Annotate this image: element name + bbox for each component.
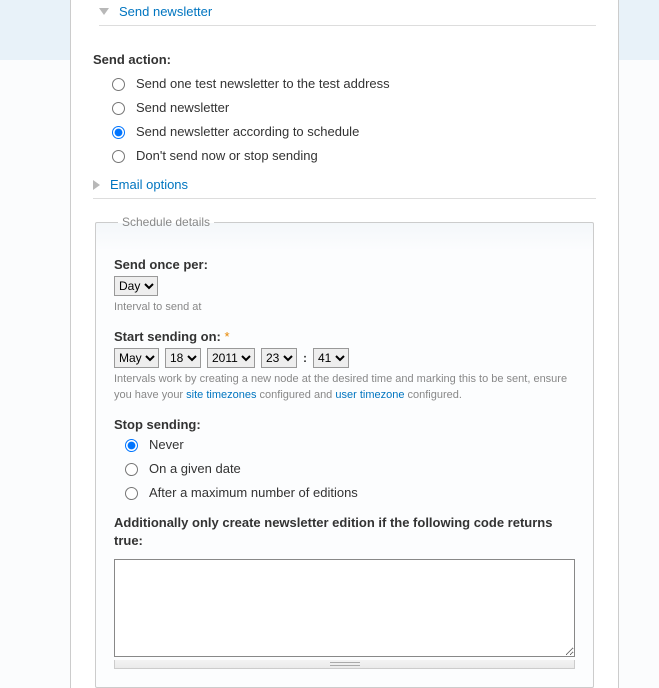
start-sending-label: Start sending on: *: [114, 329, 575, 344]
radio-dont-send-label: Don't send now or stop sending: [136, 148, 318, 163]
radio-send-newsletter-label: Send newsletter: [136, 100, 229, 115]
start-month-select[interactable]: May: [114, 348, 159, 368]
radio-dont-send[interactable]: [112, 150, 125, 163]
radio-stop-never-label: Never: [149, 437, 184, 452]
site-timezones-link[interactable]: site timezones: [186, 389, 256, 401]
condition-label: Additionally only create newsletter edit…: [114, 514, 575, 550]
send-once-select[interactable]: Day: [114, 276, 158, 296]
radio-stop-date[interactable]: [125, 463, 138, 476]
send-action-group: Send one test newsletter to the test add…: [93, 75, 596, 163]
start-minute-select[interactable]: 41: [313, 348, 349, 368]
start-hour-select[interactable]: 23: [261, 348, 297, 368]
textarea-resize-handle[interactable]: [114, 660, 575, 669]
toggle-email-options-link[interactable]: Email options: [110, 177, 188, 192]
radio-send-schedule-label: Send newsletter according to schedule: [136, 124, 359, 139]
stop-sending-label: Stop sending:: [114, 417, 575, 432]
toggle-email-options[interactable]: Email options: [93, 173, 596, 199]
send-action-label: Send action:: [93, 52, 596, 67]
radio-test-newsletter[interactable]: [112, 78, 125, 91]
schedule-fieldset: Schedule details Send once per: Day Inte…: [95, 215, 594, 688]
time-colon: :: [303, 351, 307, 365]
send-once-desc: Interval to send at: [114, 300, 575, 315]
toggle-send-newsletter[interactable]: Send newsletter: [99, 0, 596, 26]
disclosure-right-icon: [93, 180, 100, 190]
user-timezone-link[interactable]: user timezone: [335, 389, 404, 401]
radio-send-schedule[interactable]: [112, 126, 125, 139]
schedule-legend: Schedule details: [118, 215, 214, 229]
radio-test-newsletter-label: Send one test newsletter to the test add…: [136, 76, 390, 91]
toggle-send-newsletter-link[interactable]: Send newsletter: [119, 4, 212, 19]
start-year-select[interactable]: 2011: [207, 348, 255, 368]
radio-stop-never[interactable]: [125, 439, 138, 452]
radio-stop-editions[interactable]: [125, 487, 138, 500]
radio-send-newsletter[interactable]: [112, 102, 125, 115]
start-sending-desc: Intervals work by creating a new node at…: [114, 372, 575, 403]
disclosure-down-icon: [99, 8, 109, 15]
start-day-select[interactable]: 18: [165, 348, 201, 368]
radio-stop-date-label: On a given date: [149, 461, 241, 476]
grip-icon: [330, 662, 360, 666]
send-once-label: Send once per:: [114, 257, 575, 272]
condition-textarea[interactable]: [114, 559, 575, 657]
radio-stop-editions-label: After a maximum number of editions: [149, 485, 358, 500]
